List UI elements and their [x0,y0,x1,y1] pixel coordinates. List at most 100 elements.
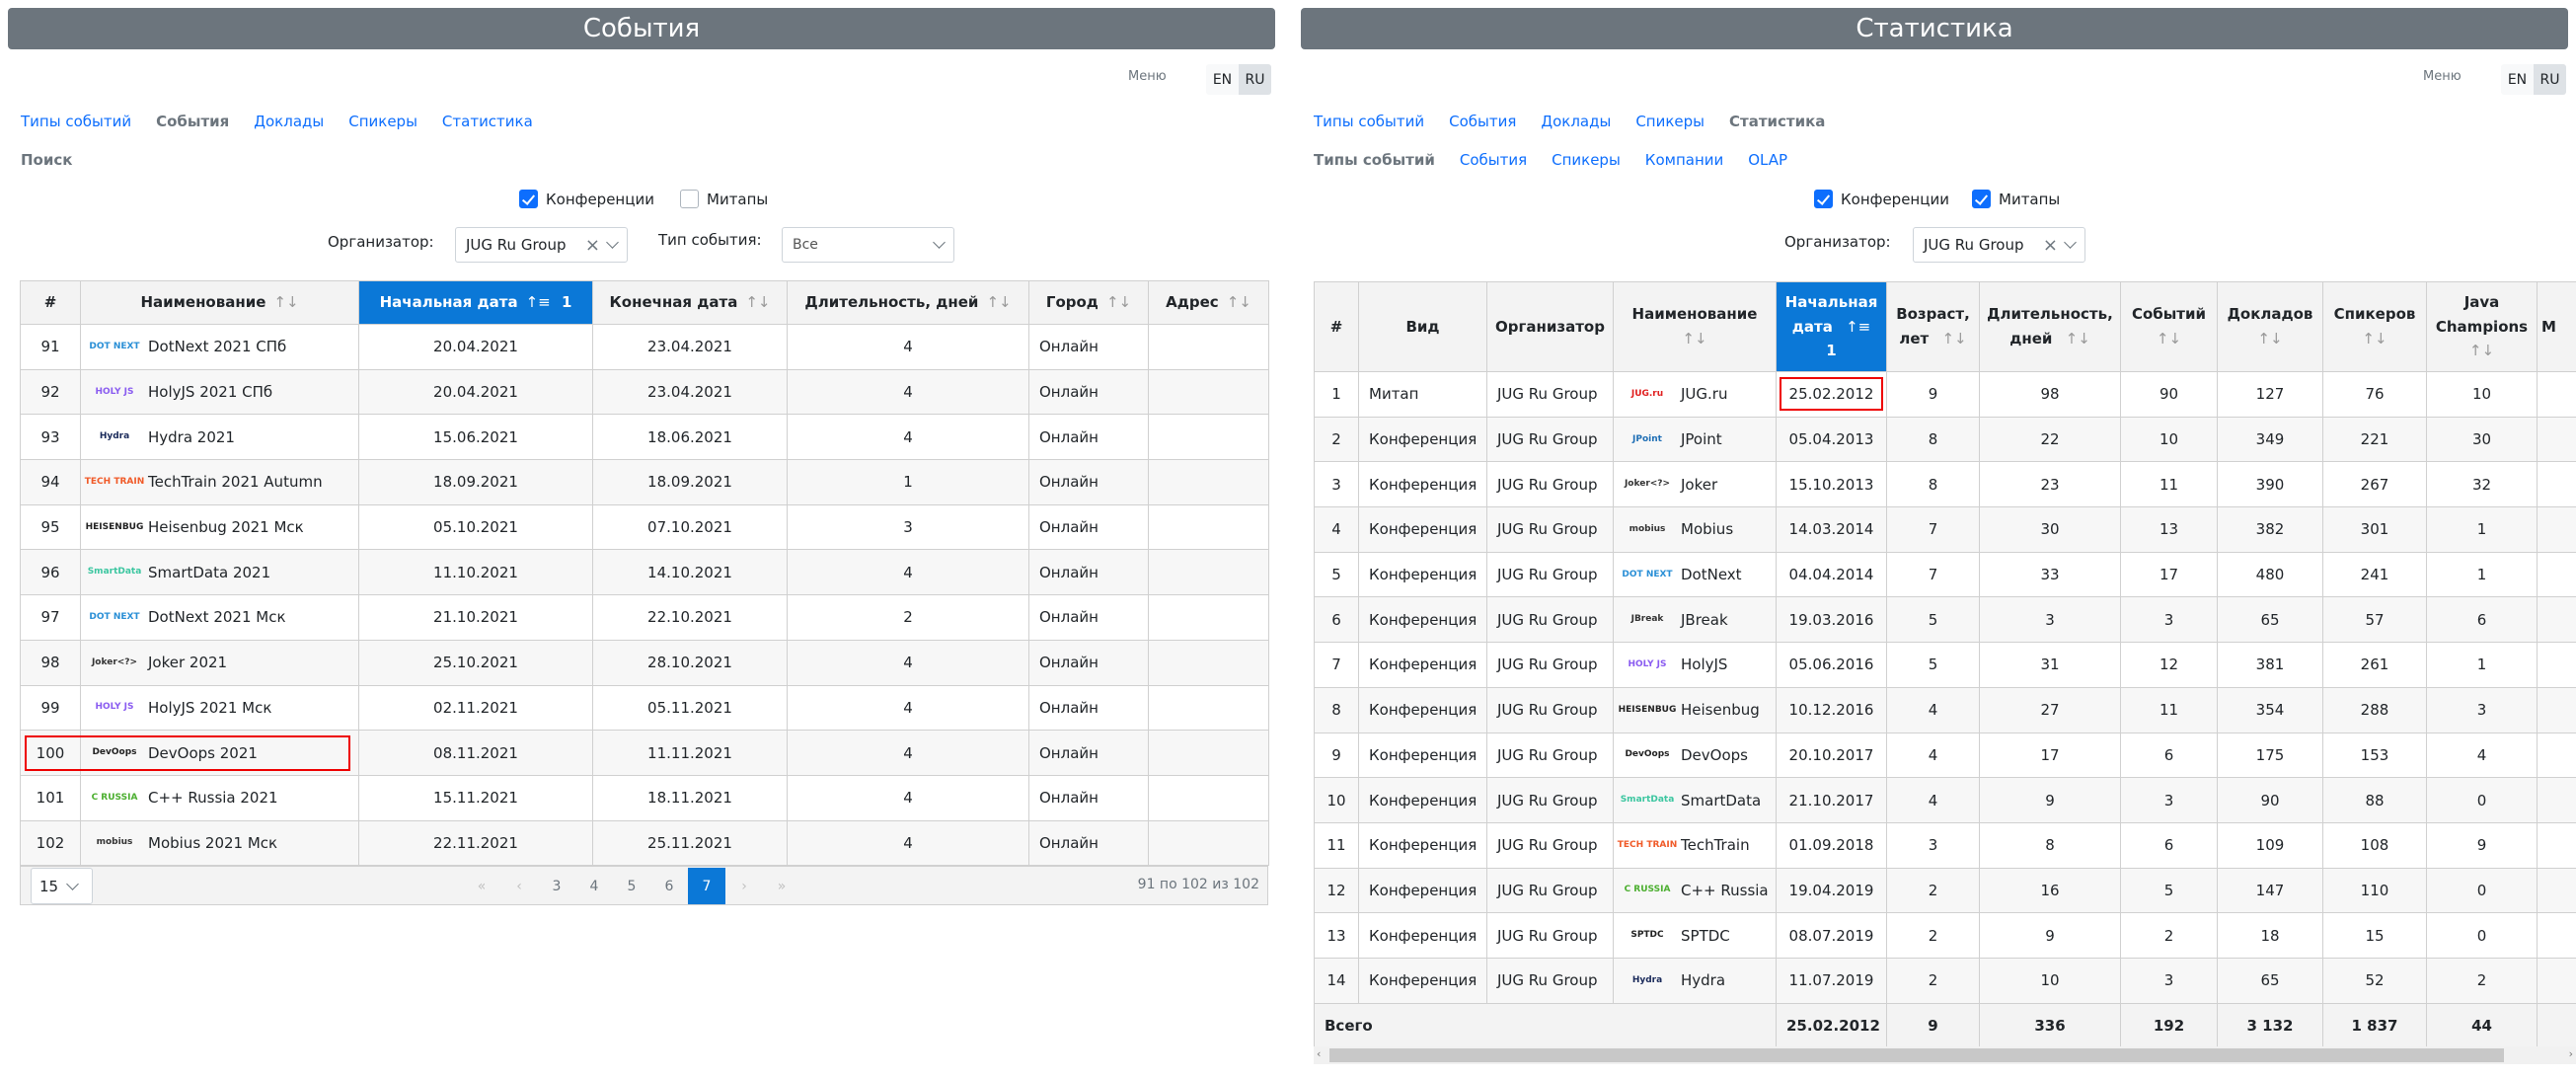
table-row[interactable]: 92 HOLY JS HolyJS 2021 СПб 20.04.2021 23.04.… [20,368,1269,416]
cell-name[interactable]: DevOops DevOops [1613,732,1777,779]
cell-name[interactable]: Joker<?> Joker 2021 [80,639,359,686]
sort-icon[interactable]: ↑↓ [2469,342,2494,359]
scroll-right-icon[interactable]: › [2569,1047,2573,1060]
page-3-button[interactable]: 3 [538,868,575,904]
sort-icon[interactable]: ↑↓ [1941,330,1966,347]
cell-name[interactable]: TECH TRAIN TechTrain [1613,821,1777,869]
cell-name[interactable]: JPoint JPoint [1613,416,1777,463]
conferences-checkbox[interactable]: Конференции [519,190,654,208]
table-row[interactable]: 14 Конференция JUG Ru Group Hydra Hydra 11.07… [1314,957,2576,1004]
table-row[interactable]: 101 C RUSSIA C++ Russia 2021 15.11.2021 18.1… [20,774,1269,821]
cell-name[interactable]: HOLY JS HolyJS 2021 Мск [80,684,359,732]
organizer-select[interactable]: JUG Ru Group × [455,227,628,263]
table-row[interactable]: 8 Конференция JUG Ru Group HEISENBUG Heisenb… [1314,686,2576,733]
page-5-button[interactable]: 5 [613,868,650,904]
event-name-link[interactable]: Joker [1681,476,1717,494]
event-name-link[interactable]: C++ Russia [1681,882,1769,899]
col-header-age[interactable]: Возраст, лет ↑↓ [1886,281,1980,372]
col-header-duration[interactable]: Длительность, дней ↑↓ [787,280,1029,325]
subnav-events[interactable]: События [1460,151,1527,169]
horizontal-scrollbar[interactable]: ‹ › [1314,1046,2576,1064]
cell-name[interactable]: DOT NEXT DotNext 2021 СПб [80,324,359,370]
page-size-select[interactable]: 15 [31,868,93,904]
event-name-link[interactable]: DotNext 2021 СПб [148,338,286,355]
page-6-button[interactable]: 6 [650,868,688,904]
cell-name[interactable]: Joker<?> Joker [1613,461,1777,508]
last-page-button[interactable]: » [763,868,800,904]
event-name-link[interactable]: SmartData 2021 [148,564,270,581]
table-row[interactable]: 102 mobius Mobius 2021 Мск 22.11.2021 25.11.… [20,819,1269,867]
cell-name[interactable]: JBreak JBreak [1613,596,1777,644]
nav-event-types[interactable]: Типы событий [1314,113,1424,130]
subnav-speakers[interactable]: Спикеры [1552,151,1621,169]
col-header-start-date[interactable]: Начальная дата ↑≡ 1 [1776,281,1887,372]
lang-en-button[interactable]: EN [2501,64,2534,95]
event-name-link[interactable]: Mobius 2021 Мск [148,834,277,852]
cell-name[interactable]: mobius Mobius [1613,506,1777,553]
sort-icon[interactable]: ↑↓ [986,293,1011,311]
event-name-link[interactable]: Heisenbug 2021 Мск [148,518,304,536]
event-name-link[interactable]: SPTDC [1681,927,1730,945]
event-name-link[interactable]: JBreak [1681,611,1728,629]
event-name-link[interactable]: HolyJS 2021 СПб [148,383,272,401]
lang-en-button[interactable]: EN [1206,64,1239,95]
event-name-link[interactable]: HolyJS 2021 Мск [148,699,271,717]
clear-icon[interactable]: × [585,235,600,256]
scrollbar-thumb[interactable] [1329,1048,2504,1062]
nav-statistics[interactable]: Статистика [1729,113,1825,130]
clear-icon[interactable]: × [2043,235,2058,256]
col-header-events[interactable]: Событий ↑↓ [2120,281,2218,372]
table-row[interactable]: 96 SmartData SmartData 2021 11.10.2021 14.10… [20,549,1269,596]
cell-name[interactable]: HOLY JS HolyJS 2021 СПб [80,368,359,416]
sort-icon[interactable]: ↑↓ [1106,293,1131,311]
sort-asc-icon[interactable]: ↑≡ [526,293,551,311]
event-name-link[interactable]: DevOops [1681,746,1748,764]
table-row[interactable]: 10 Конференция JUG Ru Group SmartData SmartD… [1314,777,2576,823]
table-row[interactable]: 9 Конференция JUG Ru Group DevOops DevOops 20… [1314,732,2576,779]
event-name-link[interactable]: JPoint [1681,430,1722,448]
cell-name[interactable]: HEISENBUG Heisenbug [1613,686,1777,733]
cell-name[interactable]: DOT NEXT DotNext 2021 Мск [80,594,359,641]
sort-icon[interactable]: ↑↓ [2157,330,2181,347]
meetups-checkbox[interactable]: Митапы [680,190,768,208]
nav-event-types[interactable]: Типы событий [21,113,131,130]
event-name-link[interactable]: HolyJS [1681,656,1727,673]
table-row[interactable]: 13 Конференция JUG Ru Group SPTDC SPTDC 08.07… [1314,912,2576,959]
next-page-button[interactable]: › [725,868,763,904]
nav-statistics[interactable]: Статистика [442,113,533,130]
cell-name[interactable]: mobius Mobius 2021 Мск [80,819,359,867]
subnav-companies[interactable]: Компании [1645,151,1723,169]
prev-page-button[interactable]: ‹ [500,868,538,904]
sort-asc-icon[interactable]: ↑≡ [1846,318,1870,336]
cell-name[interactable]: DevOops DevOops 2021 [80,730,359,776]
event-name-link[interactable]: DotNext [1681,566,1742,583]
nav-events[interactable]: События [1449,113,1516,130]
lang-ru-button[interactable]: RU [2534,64,2566,95]
table-row[interactable]: 91 DOT NEXT DotNext 2021 СПб 20.04.2021 23.0… [20,324,1269,370]
cell-name[interactable]: C RUSSIA C++ Russia 2021 [80,774,359,821]
event-name-link[interactable]: Heisenbug [1681,701,1760,719]
cell-name[interactable]: Hydra Hydra 2021 [80,414,359,461]
sort-icon[interactable]: ↑↓ [1227,293,1251,311]
table-row[interactable]: 12 Конференция JUG Ru Group C RUSSIA C++ Rus… [1314,867,2576,914]
sort-icon[interactable]: ↑↓ [2257,330,2282,347]
table-row[interactable]: 100 DevOops DevOops 2021 08.11.2021 11.11.20… [20,730,1269,776]
cell-name[interactable]: SmartData SmartData [1613,777,1777,823]
meetups-checkbox[interactable]: Митапы [1972,190,2060,208]
event-type-select[interactable]: Все [782,227,954,263]
lang-ru-button[interactable]: RU [1239,64,1271,95]
cell-name[interactable]: HEISENBUG Heisenbug 2021 Мск [80,503,359,551]
event-name-link[interactable]: C++ Russia 2021 [148,789,278,807]
nav-talks[interactable]: Доклады [1541,113,1611,130]
conferences-checkbox[interactable]: Конференции [1814,190,1949,208]
table-row[interactable]: 98 Joker<?> Joker 2021 25.10.2021 28.10.2021… [20,639,1269,686]
table-row[interactable]: 11 Конференция JUG Ru Group TECH TRAIN TechT… [1314,821,2576,869]
cell-name[interactable]: JUG.ru JUG.ru [1613,371,1777,418]
cell-name[interactable]: SPTDC SPTDC [1613,912,1777,959]
table-row[interactable]: 93 Hydra Hydra 2021 15.06.2021 18.06.2021 4 Он… [20,414,1269,461]
sort-icon[interactable]: ↑↓ [1682,330,1706,347]
col-header-talks[interactable]: Докладов ↑↓ [2217,281,2323,372]
cell-name[interactable]: C RUSSIA C++ Russia [1613,867,1777,914]
col-header-name[interactable]: Наименование ↑↓ [1613,281,1777,372]
table-row[interactable]: 7 Конференция JUG Ru Group HOLY JS HolyJS 05.… [1314,642,2576,688]
